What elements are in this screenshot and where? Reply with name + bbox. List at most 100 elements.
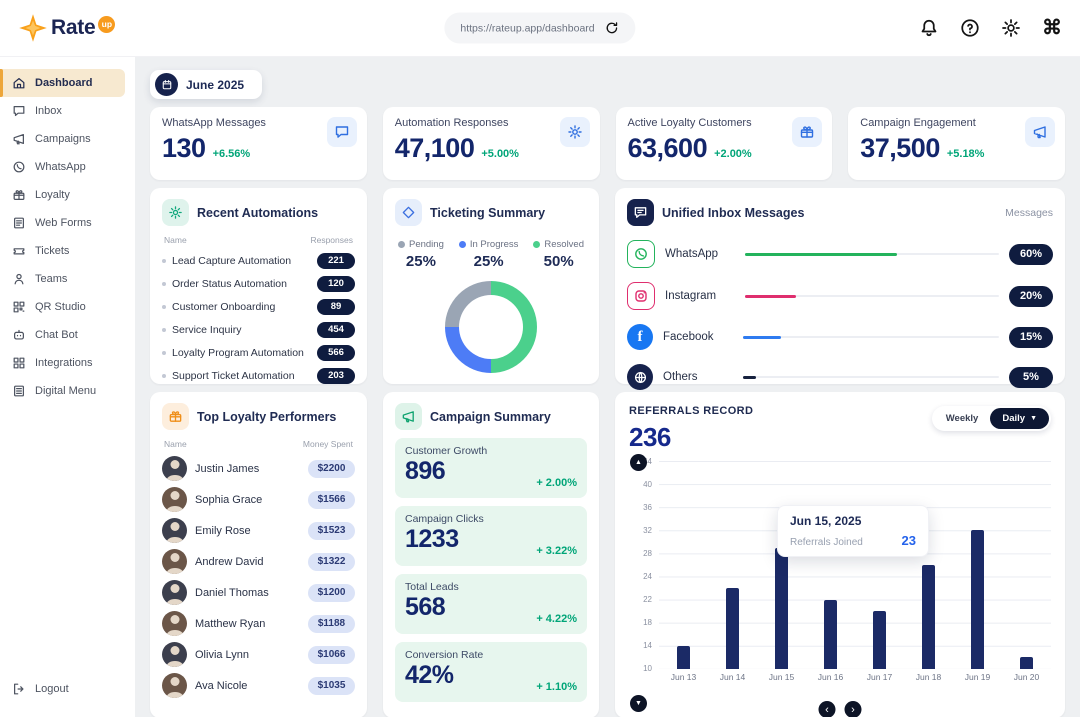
money-badge: $1188 (308, 615, 355, 633)
chart-pager: ‹ › (819, 701, 862, 717)
sidebar-item-loyalty[interactable]: Loyalty (0, 181, 135, 209)
range-toggle: Weekly Daily ▼ (932, 406, 1051, 431)
next-page-button[interactable]: › (845, 701, 862, 717)
bars (659, 461, 1051, 669)
automation-icon (162, 199, 189, 226)
progress-track (745, 253, 999, 255)
automation-name: Lead Capture Automation (172, 255, 291, 267)
donut-legend: Pending 25% In Progress 25% Resolved 50% (395, 239, 587, 270)
platform-label: WhatsApp (665, 248, 735, 260)
avatar (162, 611, 187, 636)
settings-gear-icon[interactable] (1001, 18, 1021, 38)
sidebar-item-label: Web Forms (35, 217, 92, 229)
progress-fill (743, 336, 781, 339)
progress-fill (743, 376, 756, 379)
bar-jun-20[interactable] (1020, 657, 1033, 669)
bar-jun-18[interactable] (922, 565, 935, 669)
home-icon (12, 76, 26, 90)
top-loyalty-performers-card: Top Loyalty Performers Name Money Spent … (150, 392, 367, 717)
scroll-down-button[interactable]: ▼ (630, 695, 647, 712)
campaign-stat-total-leads: Total Leads 568 + 4.22% (395, 574, 587, 634)
avatar (162, 549, 187, 574)
sidebar-item-inbox[interactable]: Inbox (0, 97, 135, 125)
campaign-stat-label: Total Leads (405, 581, 577, 593)
performer-row: Emily Rose $1523 (162, 515, 355, 546)
legend-label: Pending (409, 239, 444, 250)
sidebar-item-label: Tickets (35, 245, 69, 257)
campaign-stat-label: Conversion Rate (405, 649, 577, 661)
automation-name: Loyalty Program Automation (172, 347, 304, 359)
percent-badge: 5% (1009, 367, 1053, 388)
sidebar-item-teams[interactable]: Teams (0, 265, 135, 293)
sidebar-item-label: Loyalty (35, 189, 70, 201)
sidebar-item-qr-studio[interactable]: QR Studio (0, 293, 135, 321)
weekly-toggle-button[interactable]: Weekly (934, 408, 991, 429)
url-text: https://rateup.app/dashboard (460, 22, 594, 34)
logout-button[interactable]: Logout (0, 675, 135, 703)
bar-jun-13[interactable] (677, 646, 690, 669)
sidebar-item-dashboard[interactable]: Dashboard (0, 69, 125, 97)
performer-row: Olivia Lynn $1066 (162, 639, 355, 670)
campaign-stat-change: + 4.22% (536, 613, 577, 625)
prev-page-button[interactable]: ‹ (819, 701, 836, 717)
refresh-icon[interactable] (605, 21, 620, 36)
address-bar[interactable]: https://rateup.app/dashboard (444, 13, 635, 44)
sidebar-item-digital-menu[interactable]: Digital Menu (0, 377, 135, 405)
stat-card-whatsapp-messages: WhatsApp Messages 130 +6.56% (150, 107, 367, 180)
shortcuts-command-icon[interactable]: ⌘ (1042, 18, 1062, 38)
sidebar-item-label: Chat Bot (35, 329, 78, 341)
percent-badge: 20% (1009, 286, 1053, 307)
help-icon[interactable] (960, 18, 980, 38)
card-title: Campaign Summary (430, 410, 551, 424)
legend-item-pending: Pending 25% (398, 239, 444, 270)
messages-column-label: Messages (1005, 207, 1053, 219)
bar-jun-15[interactable] (775, 548, 788, 669)
bullet-icon (162, 282, 166, 286)
bar-jun-16[interactable] (824, 600, 837, 669)
column-header-responses: Responses (310, 235, 353, 245)
sidebar-item-chat-bot[interactable]: Chat Bot (0, 321, 135, 349)
bottom-cards-row: Top Loyalty Performers Name Money Spent … (150, 392, 1065, 717)
money-badge: $1566 (308, 491, 355, 509)
avatar (162, 456, 187, 481)
sidebar-item-label: WhatsApp (35, 161, 86, 173)
gift-icon (162, 403, 189, 430)
notifications-bell-icon[interactable] (919, 18, 939, 38)
progress-track (745, 295, 999, 297)
scroll-up-button[interactable]: ▲ (630, 454, 647, 471)
sidebar-item-campaigns[interactable]: Campaigns (0, 125, 135, 153)
tooltip-value: 23 (902, 533, 916, 548)
top-bar: Rate up https://rateup.app/dashboard ⌘ (0, 0, 1080, 57)
bar-jun-19[interactable] (971, 530, 984, 669)
card-title: Recent Automations (197, 206, 318, 220)
sidebar-item-tickets[interactable]: Tickets (0, 237, 135, 265)
sidebar-item-integrations[interactable]: Integrations (0, 349, 135, 377)
progress-track (743, 376, 999, 378)
globe-icon (627, 364, 653, 390)
column-header-money-spent: Money Spent (303, 439, 353, 449)
campaign-stat-change: + 3.22% (536, 545, 577, 557)
stat-change: +5.00% (481, 148, 519, 160)
logout-label: Logout (35, 683, 69, 695)
sidebar-item-whatsapp[interactable]: WhatsApp (0, 153, 135, 181)
recent-automations-card: Recent Automations Name Responses Lead C… (150, 188, 367, 384)
megaphone-icon (1025, 117, 1055, 147)
daily-toggle-button[interactable]: Daily ▼ (990, 408, 1049, 429)
unified-inbox-card: Unified Inbox Messages Messages WhatsApp… (615, 188, 1065, 384)
bar-jun-17[interactable] (873, 611, 886, 669)
card-title: Ticketing Summary (430, 206, 545, 220)
logo-star-icon (18, 13, 48, 43)
sidebar-item-web-forms[interactable]: Web Forms (0, 209, 135, 237)
performer-name: Emily Rose (195, 525, 300, 537)
automation-name: Support Ticket Automation (172, 370, 295, 382)
date-filter-chip[interactable]: June 2025 (150, 70, 262, 99)
app-logo[interactable]: Rate up (18, 13, 115, 43)
bar-jun-14[interactable] (726, 588, 739, 669)
automation-row: Order Status Automation 120 (162, 272, 355, 295)
performer-row: Daniel Thomas $1200 (162, 577, 355, 608)
stat-card-campaign-engagement: Campaign Engagement 37,500 +5.18% (848, 107, 1065, 180)
inbox-row-facebook: f Facebook 15% (627, 324, 1053, 350)
responses-badge: 221 (317, 253, 355, 269)
sidebar-item-label: Teams (35, 273, 67, 285)
whatsapp-icon (627, 240, 655, 268)
